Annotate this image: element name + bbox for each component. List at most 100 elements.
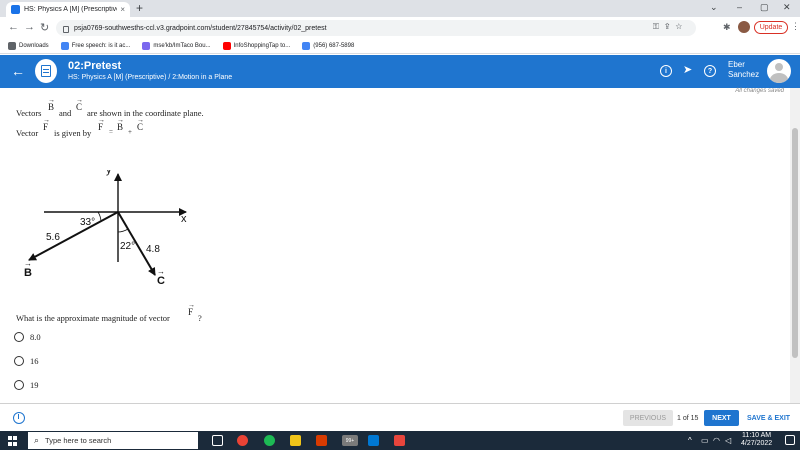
bookmark-label: InfoShoppingTap to... (233, 43, 291, 49)
clock-time: 11:10 AM (742, 432, 772, 439)
info-icon[interactable]: i (660, 65, 672, 77)
equals-sign: = (109, 128, 113, 136)
user-first-name: Eber (728, 60, 745, 69)
search-placeholder: Type here to search (45, 436, 112, 445)
system-clock[interactable]: 11:10 AM 4/27/2022 (741, 432, 772, 448)
youtube-icon (222, 42, 231, 50)
url-text: psja0769-southwesths-ccl.v3.gradpoint.co… (74, 24, 327, 32)
vector-b-symbol: → B (117, 116, 124, 132)
battery-icon[interactable]: ▭ (701, 436, 709, 445)
clock-date: 4/27/2022 (741, 440, 773, 447)
activity-icon-badge (35, 59, 57, 83)
previous-button[interactable]: PREVIOUS (623, 410, 673, 426)
help-icon[interactable]: ? (704, 65, 716, 77)
radio-button[interactable] (14, 356, 24, 366)
stem-text: is given by (54, 128, 92, 138)
office-icon[interactable] (316, 435, 327, 446)
tab-search-chevron-icon[interactable]: ⌄ (710, 2, 718, 13)
vector-b-symbol: → B (48, 96, 55, 112)
task-view-icon[interactable] (212, 435, 223, 446)
bookmark-label: (956) 687-5898 (313, 43, 355, 49)
vector-b-label-arrow: → (24, 259, 32, 268)
angle-c-arc (117, 228, 129, 233)
stem-text: Vectors (16, 108, 42, 118)
vector-f-symbol: → F (98, 116, 105, 132)
bookmark-item[interactable]: Free speech: is it ac... (60, 42, 131, 50)
lock-icon (63, 25, 69, 33)
omnibox-action-icons[interactable]: ⚿⇪☆ (653, 22, 688, 32)
browser-tab-strip: HS: Physics A [M] (Prescriptive) - × + ⌄… (0, 0, 800, 17)
user-last-name: Sanchez (728, 70, 760, 79)
save-and-exit-button[interactable]: SAVE & EXIT (747, 415, 790, 422)
radio-button[interactable] (14, 380, 24, 390)
vector-diagram: y x 33° 22° 5.6 4.8 B → C → (24, 170, 187, 287)
store-icon[interactable] (368, 435, 379, 446)
url-field[interactable]: psja0769-southwesths-ccl.v3.gradpoint.co… (56, 20, 696, 36)
windows-start-icon[interactable] (8, 436, 18, 446)
choice-label: 16 (30, 356, 39, 366)
scrollbar-thumb[interactable] (792, 128, 798, 358)
timer-icon[interactable] (13, 412, 25, 424)
forward-arrow-icon[interactable]: → (24, 21, 35, 33)
user-avatar[interactable] (767, 59, 791, 83)
badge-count[interactable]: 99+ (342, 435, 358, 446)
tray-chevron-icon[interactable]: ^ (688, 436, 692, 445)
y-axis-label: y (106, 170, 112, 176)
volume-icon[interactable]: ◁ (725, 436, 731, 445)
taskbar-search-input[interactable]: ⌕ Type here to search (28, 432, 198, 449)
bookmark-label: Free speech: is it ac... (71, 43, 131, 49)
google-icon (302, 42, 311, 50)
vector-b-arrow (28, 211, 119, 261)
answer-choice[interactable]: 16 (14, 356, 39, 366)
maximize-icon[interactable]: ▢ (760, 2, 769, 13)
chrome-icon[interactable] (237, 435, 248, 446)
bookmark-item[interactable]: (956) 687-5898 (302, 42, 354, 50)
choice-label: 19 (30, 380, 39, 390)
bookmark-item[interactable]: mse'kb/ImTaco Bou... (142, 42, 211, 50)
next-button[interactable]: NEXT (704, 410, 739, 426)
browser-menu-icon[interactable]: ⋮ (791, 21, 800, 32)
bookmark-label: mse'kb/ImTaco Bou... (153, 43, 211, 49)
extensions-icon[interactable]: ✱ (723, 22, 731, 33)
notification-icon[interactable] (785, 435, 795, 445)
download-icon (8, 42, 16, 50)
choice-label: 8.0 (30, 332, 41, 342)
wifi-icon[interactable]: ◠ (713, 436, 720, 445)
vector-c-symbol: → C (137, 116, 144, 132)
angle-c-label: 22° (120, 241, 135, 252)
reload-icon[interactable]: ↻ (40, 21, 49, 34)
minimize-icon[interactable]: – (737, 2, 742, 12)
vector-c-symbol: → C (76, 96, 83, 112)
tab-close-icon[interactable]: × (120, 5, 125, 14)
angle-b-label: 33° (80, 217, 95, 228)
bookmark-label: Downloads (19, 43, 49, 49)
file-explorer-icon[interactable] (290, 435, 301, 446)
x-axis-label: x (181, 213, 187, 225)
windows-taskbar: ⌕ Type here to search 99+ ^ ▭ ◠ ◁ 11:10 … (0, 431, 800, 450)
question-mark: ? (198, 313, 202, 323)
plus-sign: + (128, 128, 132, 136)
browser-tab[interactable]: HS: Physics A [M] (Prescriptive) - × (6, 2, 130, 17)
back-arrow-icon[interactable]: ← (8, 21, 19, 33)
update-button[interactable]: Update (754, 21, 788, 34)
magnitude-b-label: 5.6 (46, 232, 60, 243)
app-icon[interactable] (394, 435, 405, 446)
google-icon (60, 42, 69, 50)
answer-choice[interactable]: 8.0 (14, 332, 41, 342)
send-icon[interactable]: ➤ (683, 63, 695, 76)
bookmark-item[interactable]: Downloads (8, 42, 49, 50)
browser-profile-avatar[interactable] (738, 21, 750, 33)
answer-choice[interactable]: 19 (14, 380, 39, 390)
new-tab-button[interactable]: + (136, 1, 143, 15)
radio-button[interactable] (14, 332, 24, 342)
content-scrollbar[interactable] (790, 88, 800, 403)
back-arrow-icon[interactable]: ← (11, 63, 25, 79)
stem-text: and (59, 108, 72, 118)
page-counter: 1 of 15 (677, 415, 699, 422)
magnitude-c-label: 4.8 (146, 244, 160, 255)
user-name[interactable]: Eber Sanchez (728, 60, 759, 80)
spotify-icon[interactable] (264, 435, 275, 446)
bookmarks-bar: Downloads Free speech: is it ac... mse'k… (0, 39, 800, 54)
close-window-icon[interactable]: ✕ (783, 2, 791, 13)
bookmark-item[interactable]: InfoShoppingTap to... (222, 42, 291, 50)
